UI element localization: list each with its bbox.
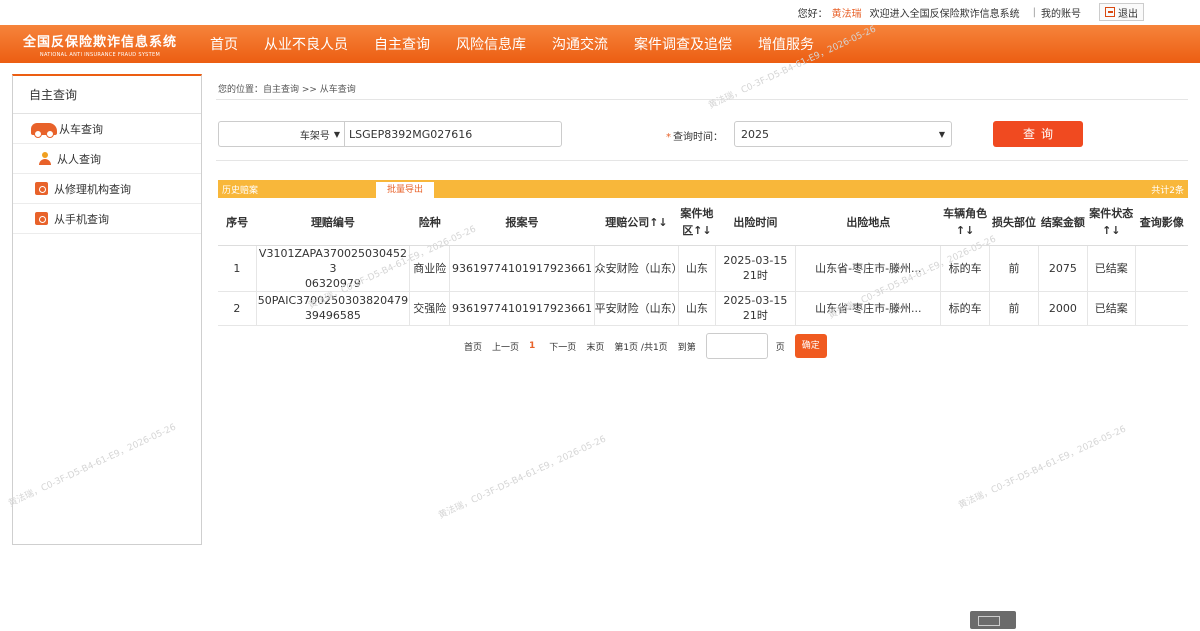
table-cell: 2025-03-15 21时 [715,245,797,292]
breadcrumb: 您的位置：自主查询 >> 从车查询 [218,85,356,95]
sidebar-item-car-query[interactable]: 从车查询 [13,114,201,144]
results-table: 序号 理赔编号 险种 报案号 理赔公司↑↓ 案件地区↑↓ 出险时间 出险地点 车… [218,200,1188,326]
logo-subtitle: NATIONAL ANTI INSURANCE FRAUD SYSTEM [39,51,161,58]
table-cell: 众安财险（山东） [594,245,683,292]
table-cell: 2000 [1038,291,1088,326]
pager-info: 第1页 /共1页 [614,342,668,353]
chevron-down-icon: ▼ [938,129,945,139]
table-cell: 山东 [678,245,716,292]
sidebar-item-label: 从人查询 [57,152,101,166]
table-cell: 交强险 [409,291,451,326]
col-header: 出险时间 [715,200,796,246]
query-time-label: * 查询时间： [666,128,723,143]
sidebar: 自主查询 从车查询 从人查询 从修理机构查询 从手机查询 [12,74,202,545]
page-number-input[interactable] [705,333,768,359]
col-header: 查询影像 [1135,200,1188,246]
nav-investigation[interactable]: 案件调查及追偿 [634,34,748,54]
table-cell: 2075 [1038,245,1088,292]
car-icon [31,122,57,138]
logout-button[interactable]: 退出 [1099,3,1144,21]
divider [216,99,1188,100]
table-cell[interactable] [1135,245,1188,292]
table-cell: 已结案 [1087,245,1136,292]
col-header: 理赔编号 [256,200,410,246]
query-button[interactable]: 查询 [993,121,1083,147]
sidebar-item-label: 从手机查询 [54,212,109,226]
pager-confirm-button[interactable]: 确定 [794,334,827,358]
system-logo[interactable]: 全国反保险欺诈信息系统 NATIONAL ANTI INSURANCE FRAU… [0,25,200,63]
keyboard-icon[interactable] [970,611,1016,629]
chevron-down-icon: ▼ [333,129,340,139]
table-cell: 2 [218,291,257,326]
total-count: 共计2条 [1151,185,1184,196]
pager-prev[interactable]: 上一页 [492,340,519,353]
col-header-sortable[interactable]: 案件状态↑↓ [1087,200,1136,246]
nav-risk-library[interactable]: 风险信息库 [456,34,542,54]
person-icon [39,152,51,165]
main-navbar: 全国反保险欺诈信息系统 NATIONAL ANTI INSURANCE FRAU… [0,25,1200,63]
table-cell: 平安财险（山东） [594,291,683,326]
col-header: 损失部位 [989,200,1039,246]
table-cell: 山东 [678,291,716,326]
pager-page-unit: 页 [775,342,785,353]
col-header-sortable[interactable]: 案件地区↑↓ [678,200,716,246]
search-row: 车架号 ▼ [218,121,562,147]
required-mark: * [666,132,671,143]
col-header-sortable[interactable]: 理赔公司↑↓ [594,200,679,246]
watermark: 黄法瑞，C0-3F-D5-B4-61-E9，2026-05-26 [437,434,608,522]
col-header: 出险地点 [795,200,941,246]
pager-goto-label: 到第 [677,342,696,353]
table-cell: 93619774101917923661 [449,291,595,326]
logout-icon [1105,7,1115,17]
search-type-value: 车架号 [299,130,330,142]
pager-last[interactable]: 末页 [586,340,604,353]
pagination: 首页 上一页 1 下一页 末页 第1页 /共1页 到第 页 确定 [464,333,837,359]
sidebar-item-label: 从车查询 [59,122,103,136]
table-cell: 1 [218,245,257,292]
table-cell: 2025-03-15 21时 [715,291,797,326]
welcome-text: 欢迎进入全国反保险欺诈信息系统 [869,8,1020,20]
sidebar-item-person-query[interactable]: 从人查询 [13,144,201,174]
phone-icon [35,212,48,225]
col-header: 结案金额 [1038,200,1088,246]
pager-first[interactable]: 首页 [464,340,482,353]
divider [216,160,1188,161]
search-type-select[interactable]: 车架号 ▼ [218,121,344,147]
history-claims-label: 历史赔案 [222,185,259,196]
table-cell: 已结案 [1087,291,1136,326]
repair-icon [35,182,48,195]
query-time-select[interactable]: 2025 ▼ [734,121,952,147]
table-header-row: 序号 理赔编号 险种 报案号 理赔公司↑↓ 案件地区↑↓ 出险时间 出险地点 车… [218,200,1188,246]
watermark: 黄法瑞，C0-3F-D5-B4-61-E9，2026-05-26 [957,424,1128,512]
greeting-text: 您好： [797,8,828,20]
pager-next[interactable]: 下一页 [549,340,576,353]
results-header-bar: 历史赔案 批量导出 共计2条 [218,180,1188,198]
table-row[interactable]: 2 50PAIC3700250303820479 39496585 交强险 936… [218,291,1188,326]
pager-current[interactable]: 1 [529,341,535,351]
divider: | [1032,6,1036,18]
table-cell: 93619774101917923661 [449,245,595,292]
username: 黄法瑞 [831,8,862,20]
my-account-link[interactable]: 我的账号 [1041,5,1081,20]
sidebar-title: 自主查询 [13,76,201,114]
sidebar-item-label: 从修理机构查询 [54,182,131,196]
table-cell: 前 [989,245,1040,292]
table-cell: 前 [989,291,1040,326]
logo-title: 全国反保险欺诈信息系统 [22,34,177,50]
batch-export-button[interactable]: 批量导出 [376,182,434,198]
query-time-value: 2025 [741,127,769,141]
table-cell: 标的车 [940,291,990,326]
nav-communication[interactable]: 沟通交流 [552,34,624,54]
top-bar: 您好： 黄法瑞 欢迎进入全国反保险欺诈信息系统 | 我的账号 退出 [0,0,1200,24]
vin-input[interactable] [344,121,562,147]
sidebar-item-repair-query[interactable]: 从修理机构查询 [13,174,201,204]
nav-bad-practitioners[interactable]: 从业不良人员 [264,34,364,54]
table-cell[interactable] [1135,291,1188,326]
nav-self-query[interactable]: 自主查询 [374,34,446,54]
logout-label: 退出 [1118,8,1138,20]
nav-home[interactable]: 首页 [210,34,254,54]
sidebar-item-phone-query[interactable]: 从手机查询 [13,204,201,234]
col-header: 序号 [218,200,257,246]
query-time-text: 查询时间： [673,132,723,143]
